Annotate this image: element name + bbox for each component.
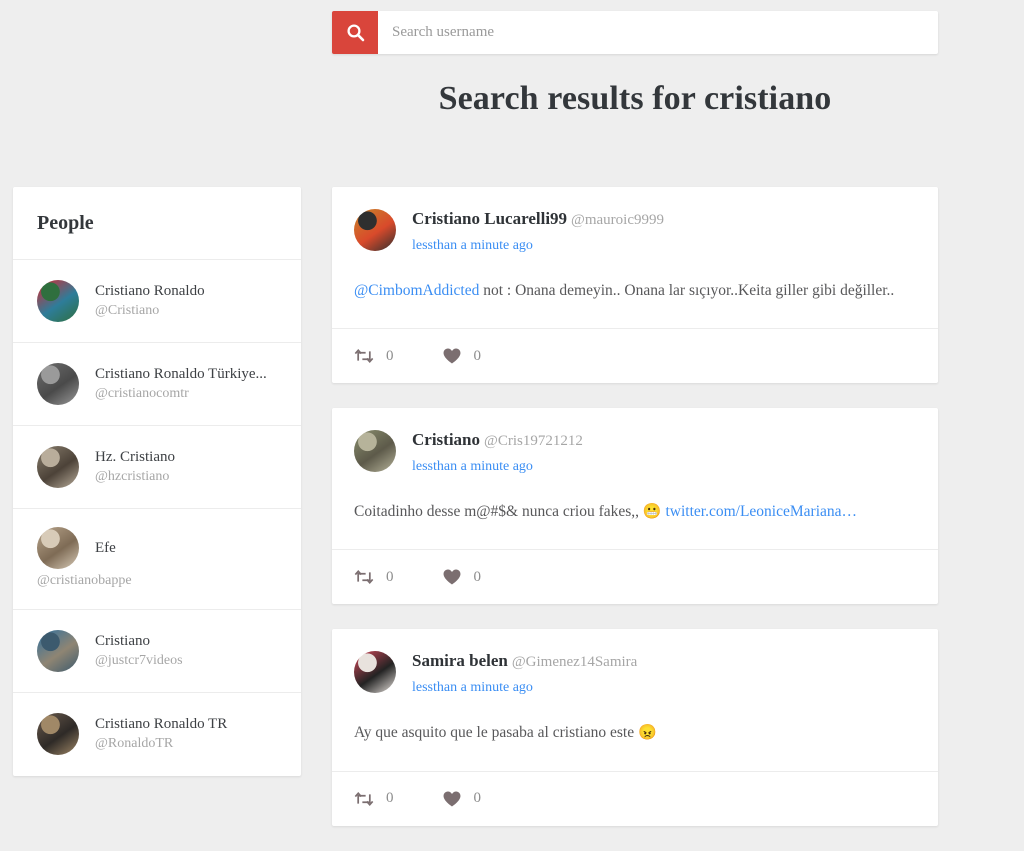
tweet-action-bar: 00 (332, 328, 938, 383)
person-list-item[interactable]: Cristiano Ronaldo Türkiye...@cristianoco… (13, 343, 301, 426)
person-list-item[interactable]: Cristiano Ronaldo TR@RonaldoTR (13, 693, 301, 776)
person-list-item[interactable]: Hz. Cristiano@hzcristiano (13, 426, 301, 509)
tweet-author-name[interactable]: Samira belen (412, 651, 508, 670)
avatar (37, 630, 79, 672)
tweet-author-handle[interactable]: @Gimenez14Samira (512, 654, 637, 670)
avatar (37, 446, 79, 488)
person-handle: @cristianocomtr (95, 384, 281, 404)
tweet-text: Ay que asquito que le pasaba al cristian… (354, 721, 916, 745)
person-name: Cristiano Ronaldo TR (95, 714, 281, 734)
search-submit-button[interactable] (332, 11, 378, 54)
tweet-text: Coitadinho desse m@#$& nunca criou fakes… (354, 500, 916, 524)
person-name: Hz. Cristiano (95, 447, 281, 467)
tweet-text: @CimbomAddicted not : Onana demeyin.. On… (354, 279, 916, 302)
person-text: Cristiano@justcr7videos (95, 631, 281, 671)
like-count: 0 (474, 569, 482, 586)
people-panel-header: People (13, 187, 301, 260)
avatar[interactable] (354, 209, 396, 251)
like-button[interactable]: 0 (442, 790, 482, 808)
tweet-results-list: Cristiano Lucarelli99@mauroic9999 lesstha… (332, 187, 938, 851)
tweet-name-line: Cristiano Lucarelli99@mauroic9999 (412, 208, 916, 231)
tweet-text-segment: not : Onana demeyin.. Onana lar sıçıyor.… (479, 282, 894, 299)
person-text: Efe (95, 538, 281, 558)
avatar (37, 363, 79, 405)
person-handle: @Cristiano (95, 301, 281, 321)
tweet-card: Cristiano Lucarelli99@mauroic9999 lesstha… (332, 187, 938, 383)
search-input[interactable] (378, 11, 938, 54)
person-handle: @cristianobappe (37, 571, 281, 591)
person-list-item[interactable]: Cristiano@justcr7videos (13, 610, 301, 693)
tweet-meta: Cristiano@Cris19721212 lessthan a minute … (412, 428, 916, 475)
avatar[interactable] (354, 430, 396, 472)
person-name: Cristiano (95, 631, 281, 651)
retweet-button[interactable]: 0 (354, 348, 394, 365)
like-button[interactable]: 0 (442, 568, 482, 586)
retweet-count: 0 (386, 569, 394, 586)
people-list: Cristiano Ronaldo@CristianoCristiano Ron… (13, 260, 301, 776)
avatar (37, 280, 79, 322)
tweet-timestamp[interactable]: lessthan a minute ago (412, 680, 533, 696)
tweet-timestamp[interactable]: lessthan a minute ago (412, 459, 533, 475)
tweet-name-line: Samira belen@Gimenez14Samira (412, 650, 916, 673)
tweet-card: Cristiano@Cris19721212 lessthan a minute … (332, 408, 938, 604)
tweet-timestamp[interactable]: lessthan a minute ago (412, 238, 533, 254)
tweet-header: Cristiano@Cris19721212 lessthan a minute … (354, 428, 916, 475)
person-name: Cristiano Ronaldo (95, 281, 281, 301)
person-handle: @justcr7videos (95, 651, 281, 671)
person-list-item[interactable]: Cristiano Ronaldo@Cristiano (13, 260, 301, 343)
tweet-action-bar: 00 (332, 549, 938, 604)
person-text: Cristiano Ronaldo Türkiye...@cristianoco… (95, 364, 281, 404)
retweet-icon (354, 569, 374, 585)
search-bar (332, 11, 938, 54)
like-button[interactable]: 0 (442, 347, 482, 365)
retweet-button[interactable]: 0 (354, 569, 394, 586)
emoji-icon: 😠 (638, 725, 657, 741)
tweet-body: Cristiano@Cris19721212 lessthan a minute … (332, 408, 938, 549)
avatar (37, 713, 79, 755)
person-name: Efe (95, 538, 281, 558)
tweet-action-bar: 00 (332, 771, 938, 826)
tweet-header: Samira belen@Gimenez14Samira lessthan a m… (354, 649, 916, 696)
person-text: Cristiano Ronaldo@Cristiano (95, 281, 281, 321)
people-panel: People Cristiano Ronaldo@CristianoCristi… (13, 187, 301, 776)
retweet-count: 0 (386, 348, 394, 365)
like-count: 0 (474, 348, 482, 365)
heart-icon (442, 568, 462, 586)
tweet-meta: Cristiano Lucarelli99@mauroic9999 lesstha… (412, 207, 916, 254)
heart-icon (442, 347, 462, 365)
page-title: Search results for cristiano (332, 80, 938, 118)
tweet-link[interactable]: twitter.com/LeoniceMariana… (665, 503, 857, 520)
tweet-author-name[interactable]: Cristiano (412, 430, 480, 449)
tweet-body: Cristiano Lucarelli99@mauroic9999 lesstha… (332, 187, 938, 328)
person-text: Cristiano Ronaldo TR@RonaldoTR (95, 714, 281, 754)
person-handle: @RonaldoTR (95, 734, 281, 754)
tweet-header: Cristiano Lucarelli99@mauroic9999 lesstha… (354, 207, 916, 254)
emoji-icon: 😬 (643, 504, 662, 520)
tweet-author-handle[interactable]: @Cris19721212 (484, 433, 583, 449)
search-icon (346, 23, 365, 42)
avatar[interactable] (354, 651, 396, 693)
tweet-author-handle[interactable]: @mauroic9999 (571, 212, 664, 228)
heart-icon (442, 790, 462, 808)
tweet-card: Samira belen@Gimenez14Samira lessthan a m… (332, 629, 938, 825)
tweet-text-segment: Coitadinho desse m@#$& nunca criou fakes… (354, 503, 643, 520)
tweet-meta: Samira belen@Gimenez14Samira lessthan a m… (412, 649, 916, 696)
tweet-link[interactable]: @CimbomAddicted (354, 282, 479, 299)
tweet-text-segment: Ay que asquito que le pasaba al cristian… (354, 724, 638, 741)
retweet-icon (354, 348, 374, 364)
person-name: Cristiano Ronaldo Türkiye... (95, 364, 281, 384)
person-handle: @hzcristiano (95, 467, 281, 487)
tweet-body: Samira belen@Gimenez14Samira lessthan a m… (332, 629, 938, 770)
retweet-icon (354, 791, 374, 807)
avatar (37, 527, 79, 569)
person-text: Hz. Cristiano@hzcristiano (95, 447, 281, 487)
tweet-author-name[interactable]: Cristiano Lucarelli99 (412, 209, 567, 228)
tweet-name-line: Cristiano@Cris19721212 (412, 429, 916, 452)
person-list-item[interactable]: Efe @cristianobappe (13, 509, 301, 610)
